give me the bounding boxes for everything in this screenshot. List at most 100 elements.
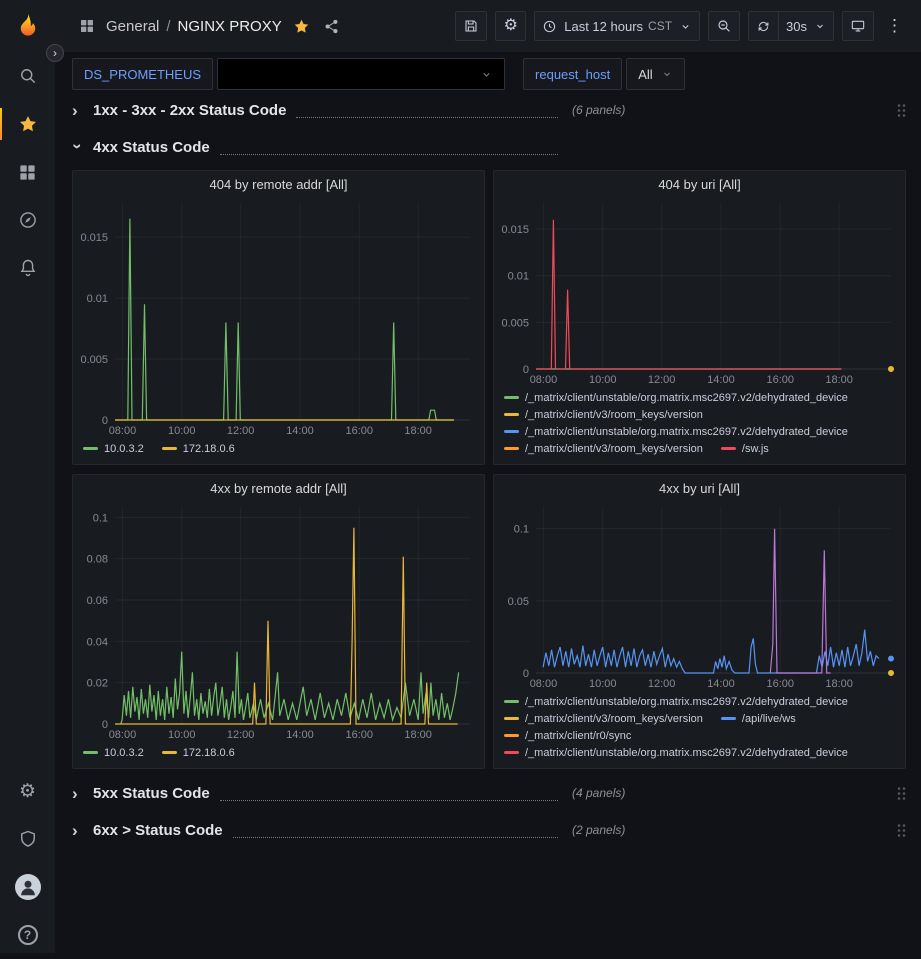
panel-title[interactable]: 4xx by remote addr [All] [73, 475, 484, 501]
sidebar-item-dashboards[interactable] [0, 148, 55, 196]
legend-item[interactable]: /_matrix/client/v3/room_keys/version [504, 409, 703, 421]
row-6xx[interactable]: › 6xx > Status Code (2 panels) [72, 816, 906, 844]
time-series-chart[interactable]: 08:0010:0012:0014:0016:0018:0000.0050.01… [494, 197, 905, 386]
row-dotted-line [233, 823, 558, 838]
refresh-button[interactable] [748, 11, 779, 41]
time-range-picker[interactable]: Last 12 hours CST [534, 11, 700, 41]
sidebar-item-help[interactable]: ? [0, 911, 55, 959]
person-icon [17, 876, 39, 898]
svg-text:0.04: 0.04 [87, 636, 108, 648]
svg-text:0.005: 0.005 [501, 317, 529, 329]
legend-item[interactable]: /_matrix/client/v3/room_keys/version [504, 713, 703, 725]
legend-item[interactable]: /_matrix/client/r0/sync [504, 730, 631, 742]
svg-text:08:00: 08:00 [530, 678, 558, 690]
row-drag-handle-icon[interactable] [897, 823, 906, 838]
row-5xx[interactable]: › 5xx Status Code (4 panels) [72, 779, 906, 807]
row-panel-count: (4 panels) [572, 786, 625, 800]
panel-title[interactable]: 404 by remote addr [All] [73, 171, 484, 197]
save-dashboard-button[interactable] [455, 11, 487, 41]
sidebar-item-starred[interactable] [0, 100, 55, 148]
svg-text:0.005: 0.005 [80, 354, 108, 366]
share-icon[interactable] [323, 18, 340, 35]
time-series-chart[interactable]: 08:0010:0012:0014:0016:0018:0000.050.1 [494, 501, 905, 690]
sidebar-item-server-admin[interactable] [0, 815, 55, 863]
series-color-swatch [504, 447, 519, 450]
panel-row-top: 404 by remote addr [All] 08:0010:0012:00… [72, 170, 906, 465]
time-series-chart[interactable]: 08:0010:0012:0014:0016:0018:0000.0050.01… [73, 197, 484, 437]
zoom-out-button[interactable] [708, 11, 740, 41]
sidebar-item-alerting[interactable] [0, 244, 55, 292]
svg-text:16:00: 16:00 [345, 729, 373, 741]
series-label: /_matrix/client/v3/room_keys/version [525, 409, 703, 421]
breadcrumb-separator: / [166, 18, 170, 35]
legend-item[interactable]: /_matrix/client/unstable/org.matrix.msc2… [504, 426, 848, 438]
legend-item[interactable]: 10.0.3.2 [83, 443, 144, 455]
svg-text:0: 0 [523, 668, 529, 680]
legend-item[interactable]: 10.0.3.2 [83, 747, 144, 759]
request-host-value-dropdown[interactable]: All [626, 58, 684, 90]
series-color-swatch [504, 700, 519, 703]
sidebar-item-search[interactable] [0, 52, 55, 100]
cycle-view-mode-button[interactable] [842, 11, 874, 41]
series-label: /_matrix/client/r0/sync [525, 730, 631, 742]
svg-text:0.05: 0.05 [508, 596, 529, 608]
legend-item[interactable]: /sw.js [721, 443, 769, 455]
legend-item[interactable]: 172.18.0.6 [162, 747, 235, 759]
save-icon [463, 18, 479, 34]
svg-text:12:00: 12:00 [648, 678, 676, 690]
legend-item[interactable]: /_matrix/client/unstable/org.matrix.msc2… [504, 392, 848, 404]
row-drag-handle-icon[interactable] [897, 786, 906, 801]
chevron-right-icon: › [72, 785, 84, 802]
monitor-icon [850, 18, 866, 34]
sidebar-item-explore[interactable] [0, 196, 55, 244]
more-options-icon[interactable]: ⋮ [882, 16, 907, 36]
series-color-swatch [162, 447, 177, 450]
grafana-logo[interactable] [0, 0, 55, 52]
series-label: 172.18.0.6 [183, 443, 235, 455]
sidebar-expand-button[interactable]: › [46, 44, 64, 62]
legend-item[interactable]: /_matrix/client/unstable/org.matrix.msc2… [504, 696, 848, 708]
series-label: 10.0.3.2 [104, 747, 144, 759]
svg-text:0.01: 0.01 [87, 293, 108, 305]
svg-text:0: 0 [102, 719, 108, 731]
toolbar: ⚙ Last 12 hours CST [455, 11, 907, 41]
series-label: 10.0.3.2 [104, 443, 144, 455]
datasource-value-dropdown[interactable] [217, 58, 505, 90]
zoom-out-icon [716, 18, 732, 34]
svg-text:18:00: 18:00 [825, 374, 853, 386]
series-color-swatch [83, 751, 98, 754]
refresh-interval-dropdown[interactable]: 30s [779, 11, 834, 41]
svg-text:0.015: 0.015 [501, 224, 529, 236]
favorite-star-icon[interactable] [293, 18, 310, 35]
refresh-group: 30s [748, 11, 834, 41]
legend-item[interactable]: /_matrix/client/v3/room_keys/version [504, 443, 703, 455]
sidebar-item-profile[interactable] [0, 863, 55, 911]
sidebar-item-configuration[interactable]: ⚙ [0, 767, 55, 815]
row-title: 6xx > Status Code [93, 822, 223, 839]
svg-text:0.08: 0.08 [87, 554, 108, 566]
svg-text:16:00: 16:00 [345, 425, 373, 437]
panel-row-bottom: 4xx by remote addr [All] 08:0010:0012:00… [72, 474, 906, 769]
legend-item[interactable]: /api/live/ws [721, 713, 796, 725]
row-drag-handle-icon[interactable] [897, 103, 906, 118]
svg-text:14:00: 14:00 [286, 425, 314, 437]
svg-text:12:00: 12:00 [648, 374, 676, 386]
panel-title[interactable]: 4xx by uri [All] [494, 475, 905, 501]
refresh-interval-label: 30s [786, 19, 807, 34]
row-title: 1xx - 3xx - 2xx Status Code [93, 102, 286, 119]
series-color-swatch [83, 447, 98, 450]
row-title: 4xx Status Code [93, 139, 210, 156]
row-1xx-3xx-2xx[interactable]: › 1xx - 3xx - 2xx Status Code (6 panels) [72, 96, 906, 124]
svg-text:18:00: 18:00 [404, 729, 432, 741]
svg-text:0.015: 0.015 [80, 232, 108, 244]
panel-title[interactable]: 404 by uri [All] [494, 171, 905, 197]
chevron-down-icon [480, 68, 493, 81]
time-series-chart[interactable]: 08:0010:0012:0014:0016:0018:0000.020.040… [73, 501, 484, 741]
legend-item[interactable]: 172.18.0.6 [162, 443, 235, 455]
row-4xx[interactable]: › 4xx Status Code [72, 133, 906, 161]
breadcrumb-section[interactable]: General [106, 18, 159, 35]
legend-item[interactable]: /_matrix/client/unstable/org.matrix.msc2… [504, 747, 848, 759]
svg-text:18:00: 18:00 [404, 425, 432, 437]
dashboard-settings-button[interactable]: ⚙ [495, 11, 526, 41]
series-label: /sw.js [742, 443, 769, 455]
